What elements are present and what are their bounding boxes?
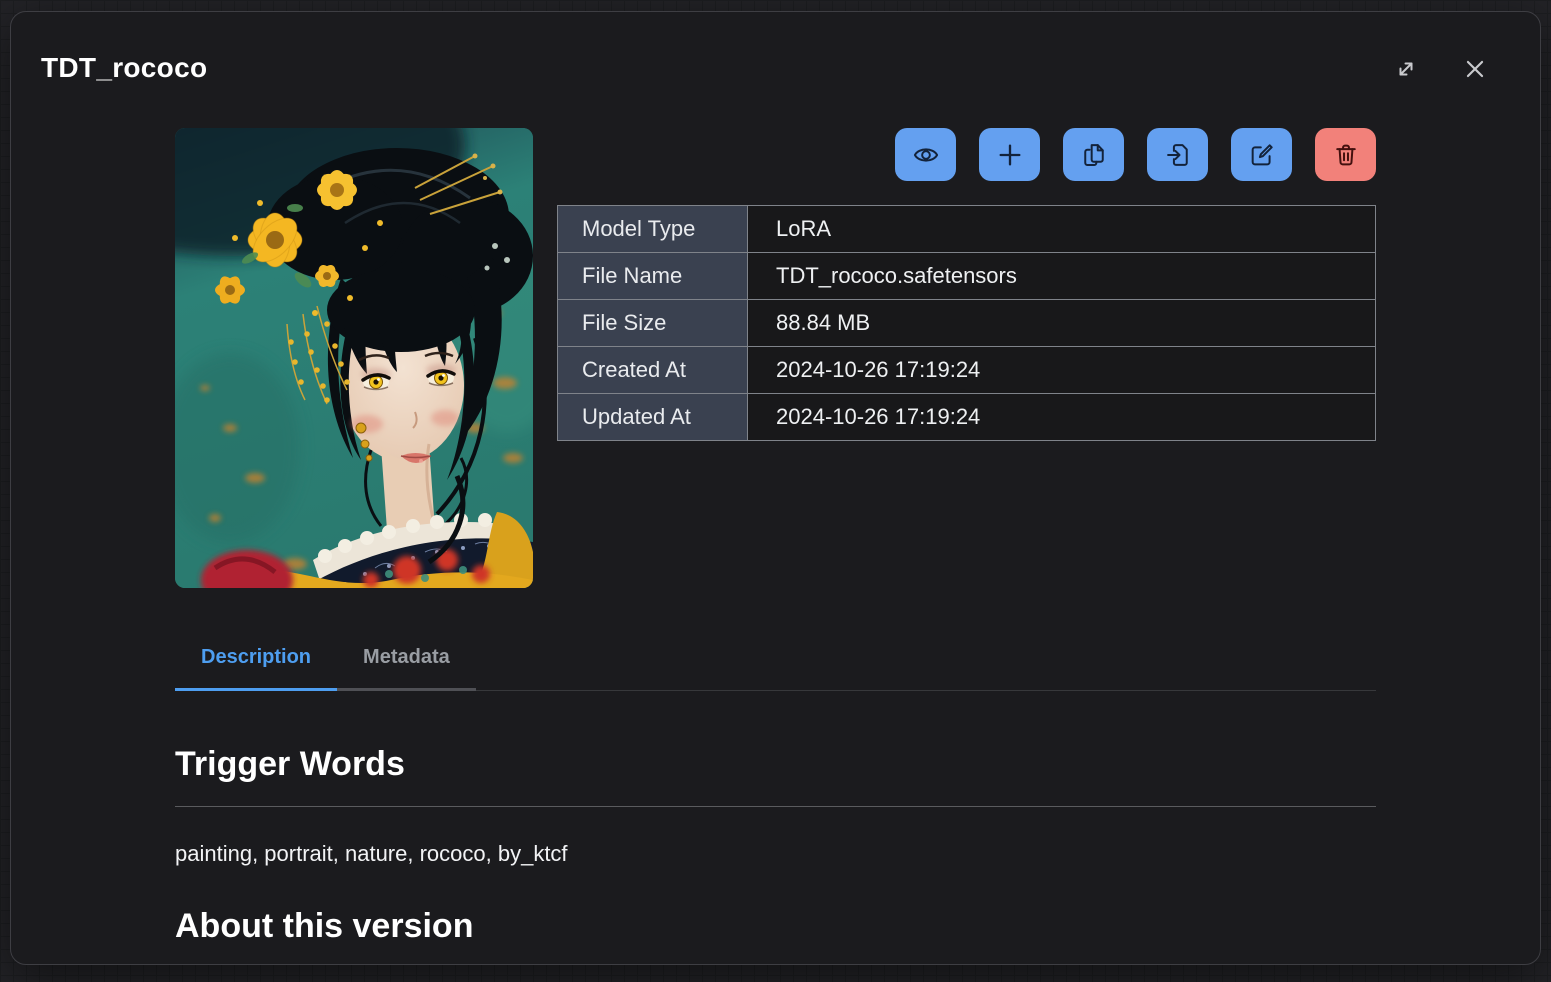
trigger-words-heading: Trigger Words: [175, 745, 1376, 784]
detail-value: TDT_rococo.safetensors: [748, 253, 1376, 300]
description-panel: Trigger Words painting, portrait, nature…: [175, 745, 1376, 946]
view-button[interactable]: [895, 128, 956, 181]
window-controls: [1394, 56, 1488, 82]
table-row: File Size 88.84 MB: [558, 300, 1376, 347]
detail-label: Model Type: [558, 206, 748, 253]
detail-value: 88.84 MB: [748, 300, 1376, 347]
modal-header: TDT_rococo: [11, 12, 1540, 84]
detail-label: File Name: [558, 253, 748, 300]
top-section: Model Type LoRA File Name TDT_rococo.saf…: [175, 128, 1376, 588]
file-import-icon: [1164, 141, 1192, 169]
detail-label: Created At: [558, 347, 748, 394]
delete-button[interactable]: [1315, 128, 1376, 181]
modal-title: TDT_rococo: [41, 52, 207, 84]
add-button[interactable]: [979, 128, 1040, 181]
maximize-button[interactable]: [1394, 56, 1418, 82]
eye-icon: [912, 141, 940, 169]
detail-label: Updated At: [558, 394, 748, 441]
close-icon: [1462, 56, 1488, 82]
table-row: Updated At 2024-10-26 17:19:24: [558, 394, 1376, 441]
edit-icon: [1248, 141, 1276, 169]
trash-icon: [1332, 141, 1360, 169]
expand-icon: [1394, 57, 1418, 81]
import-button[interactable]: [1147, 128, 1208, 181]
edit-button[interactable]: [1231, 128, 1292, 181]
copy-button[interactable]: [1063, 128, 1124, 181]
detail-value: LoRA: [748, 206, 1376, 253]
detail-label: File Size: [558, 300, 748, 347]
table-row: Model Type LoRA: [558, 206, 1376, 253]
tab-bar: Description Metadata: [175, 628, 1376, 691]
detail-value: 2024-10-26 17:19:24: [748, 394, 1376, 441]
details-column: Model Type LoRA File Name TDT_rococo.saf…: [557, 128, 1376, 588]
section-divider: [175, 806, 1376, 807]
model-details-modal: TDT_rococo: [10, 11, 1541, 965]
about-version-heading: About this version: [175, 907, 1376, 946]
copy-icon: [1080, 141, 1108, 169]
table-row: File Name TDT_rococo.safetensors: [558, 253, 1376, 300]
model-preview-image: [175, 128, 533, 588]
detail-value: 2024-10-26 17:19:24: [748, 347, 1376, 394]
close-button[interactable]: [1462, 56, 1488, 82]
table-row: Created At 2024-10-26 17:19:24: [558, 347, 1376, 394]
modal-content: Model Type LoRA File Name TDT_rococo.saf…: [175, 128, 1376, 946]
action-toolbar: [557, 128, 1376, 181]
plus-icon: [996, 141, 1024, 169]
portrait-artwork: [175, 128, 533, 588]
model-details-table: Model Type LoRA File Name TDT_rococo.saf…: [557, 205, 1376, 441]
tab-metadata[interactable]: Metadata: [337, 628, 476, 691]
tab-description[interactable]: Description: [175, 628, 337, 691]
trigger-words-text: painting, portrait, nature, rococo, by_k…: [175, 841, 1376, 867]
